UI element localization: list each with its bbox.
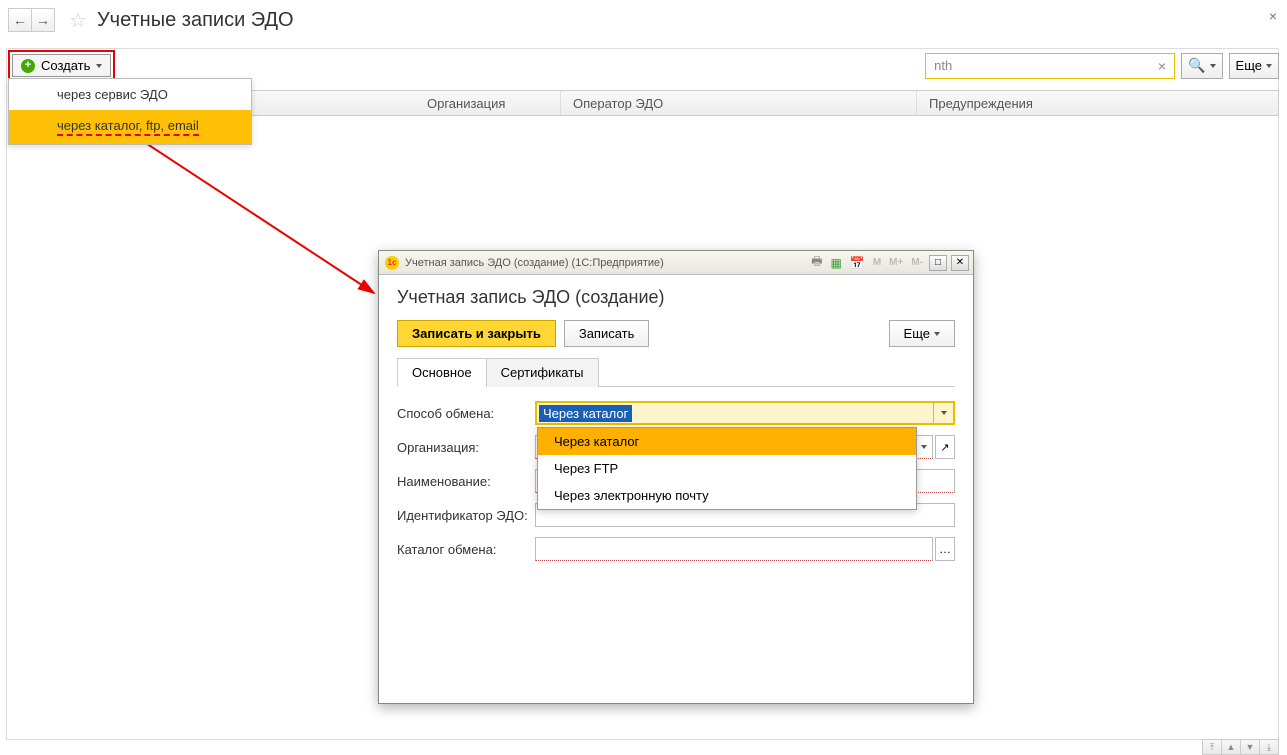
search-input-wrap[interactable]: × [925, 53, 1175, 79]
catalog-field[interactable] [535, 537, 933, 561]
print-icon[interactable]: 🖶 [809, 252, 824, 273]
edo-account-dialog: 1c Учетная запись ЭДО (создание) (1С:Пре… [378, 250, 974, 704]
label-exchange-method: Способ обмена: [397, 406, 535, 421]
caret-down-icon [1210, 64, 1216, 68]
create-button-label: Создать [41, 58, 90, 73]
tab-certificates[interactable]: Сертификаты [486, 358, 599, 387]
scroll-down-button[interactable]: ▼ [1240, 739, 1260, 755]
m-plus-button[interactable]: M+ [887, 257, 905, 268]
caret-down-icon [934, 332, 940, 336]
create-via-edo-service[interactable]: через сервис ЭДО [9, 79, 251, 110]
catalog-browse-button[interactable]: … [935, 537, 955, 561]
option-via-ftp[interactable]: Через FTP [538, 455, 916, 482]
save-button[interactable]: Записать [564, 320, 650, 347]
dialog-titlebar[interactable]: 1c Учетная запись ЭДО (создание) (1С:Пре… [379, 251, 973, 275]
close-icon[interactable]: × [1269, 8, 1277, 24]
dialog-more-label: Еще [904, 326, 930, 341]
search-icon: 🔍 [1188, 57, 1205, 74]
caret-down-icon [1266, 64, 1272, 68]
create-button[interactable]: + Создать [12, 54, 111, 77]
dialog-window-title: Учетная запись ЭДО (создание) (1С:Предпр… [405, 257, 664, 269]
create-via-catalog-ftp-email[interactable]: через каталог, ftp, email [9, 110, 251, 144]
page-title: Учетные записи ЭДО [97, 9, 294, 32]
onec-icon: 1c [385, 256, 399, 270]
exchange-method-select[interactable]: Через каталог Через каталог Через FTP Че… [535, 401, 955, 425]
search-button[interactable]: 🔍 [1181, 53, 1222, 79]
scroll-up-button[interactable]: ▲ [1221, 739, 1241, 755]
exchange-method-value: Через каталог [539, 405, 632, 422]
label-edo-id: Идентификатор ЭДО: [397, 508, 535, 523]
select-dropdown-arrow[interactable] [933, 403, 953, 423]
calendar-icon[interactable]: 📅 [848, 256, 867, 270]
create-option-label: через каталог, ftp, email [57, 118, 199, 136]
m-minus-button[interactable]: M- [909, 257, 925, 268]
label-name: Наименование: [397, 474, 535, 489]
table-col-warnings[interactable]: Предупреждения [917, 91, 1278, 115]
search-input[interactable] [934, 58, 1154, 73]
clear-search-icon[interactable]: × [1154, 58, 1170, 74]
label-organization: Организация: [397, 440, 535, 455]
save-and-close-button[interactable]: Записать и закрыть [397, 320, 556, 347]
favorite-icon[interactable]: ☆ [69, 8, 87, 33]
window-close-button[interactable]: ✕ [951, 255, 969, 271]
nav-back-button[interactable]: ← [8, 8, 32, 32]
option-via-catalog[interactable]: Через каталог [538, 428, 916, 455]
caret-down-icon [96, 64, 102, 68]
dialog-heading: Учетная запись ЭДО (создание) [397, 287, 955, 308]
calc-icon[interactable]: ▦ [829, 256, 844, 270]
scroll-top-button[interactable]: ⤒ [1202, 739, 1222, 755]
organization-open-button[interactable]: ↗ [935, 435, 955, 459]
tab-main[interactable]: Основное [397, 358, 487, 387]
more-button-label: Еще [1236, 58, 1262, 73]
create-dropdown: через сервис ЭДО через каталог, ftp, ema… [8, 78, 252, 145]
footer-controls: ⤒ ▲ ▼ ⤓ [1203, 739, 1279, 755]
plus-icon: + [21, 59, 35, 73]
window-maximize-button[interactable]: □ [929, 255, 947, 271]
more-button[interactable]: Еще [1229, 53, 1279, 79]
nav-forward-button[interactable]: → [31, 8, 55, 32]
table-col-organization[interactable]: Организация [415, 91, 561, 115]
scroll-bottom-button[interactable]: ⤓ [1259, 739, 1279, 755]
create-button-highlight: + Создать [8, 50, 115, 81]
table-col-operator[interactable]: Оператор ЭДО [561, 91, 917, 115]
option-via-email[interactable]: Через электронную почту [538, 482, 916, 509]
tabs: Основное Сертификаты [397, 357, 955, 387]
dialog-more-button[interactable]: Еще [889, 320, 955, 347]
m-button[interactable]: M [871, 257, 883, 268]
exchange-method-options: Через каталог Через FTP Через электронну… [537, 427, 917, 510]
label-catalog: Каталог обмена: [397, 542, 535, 557]
